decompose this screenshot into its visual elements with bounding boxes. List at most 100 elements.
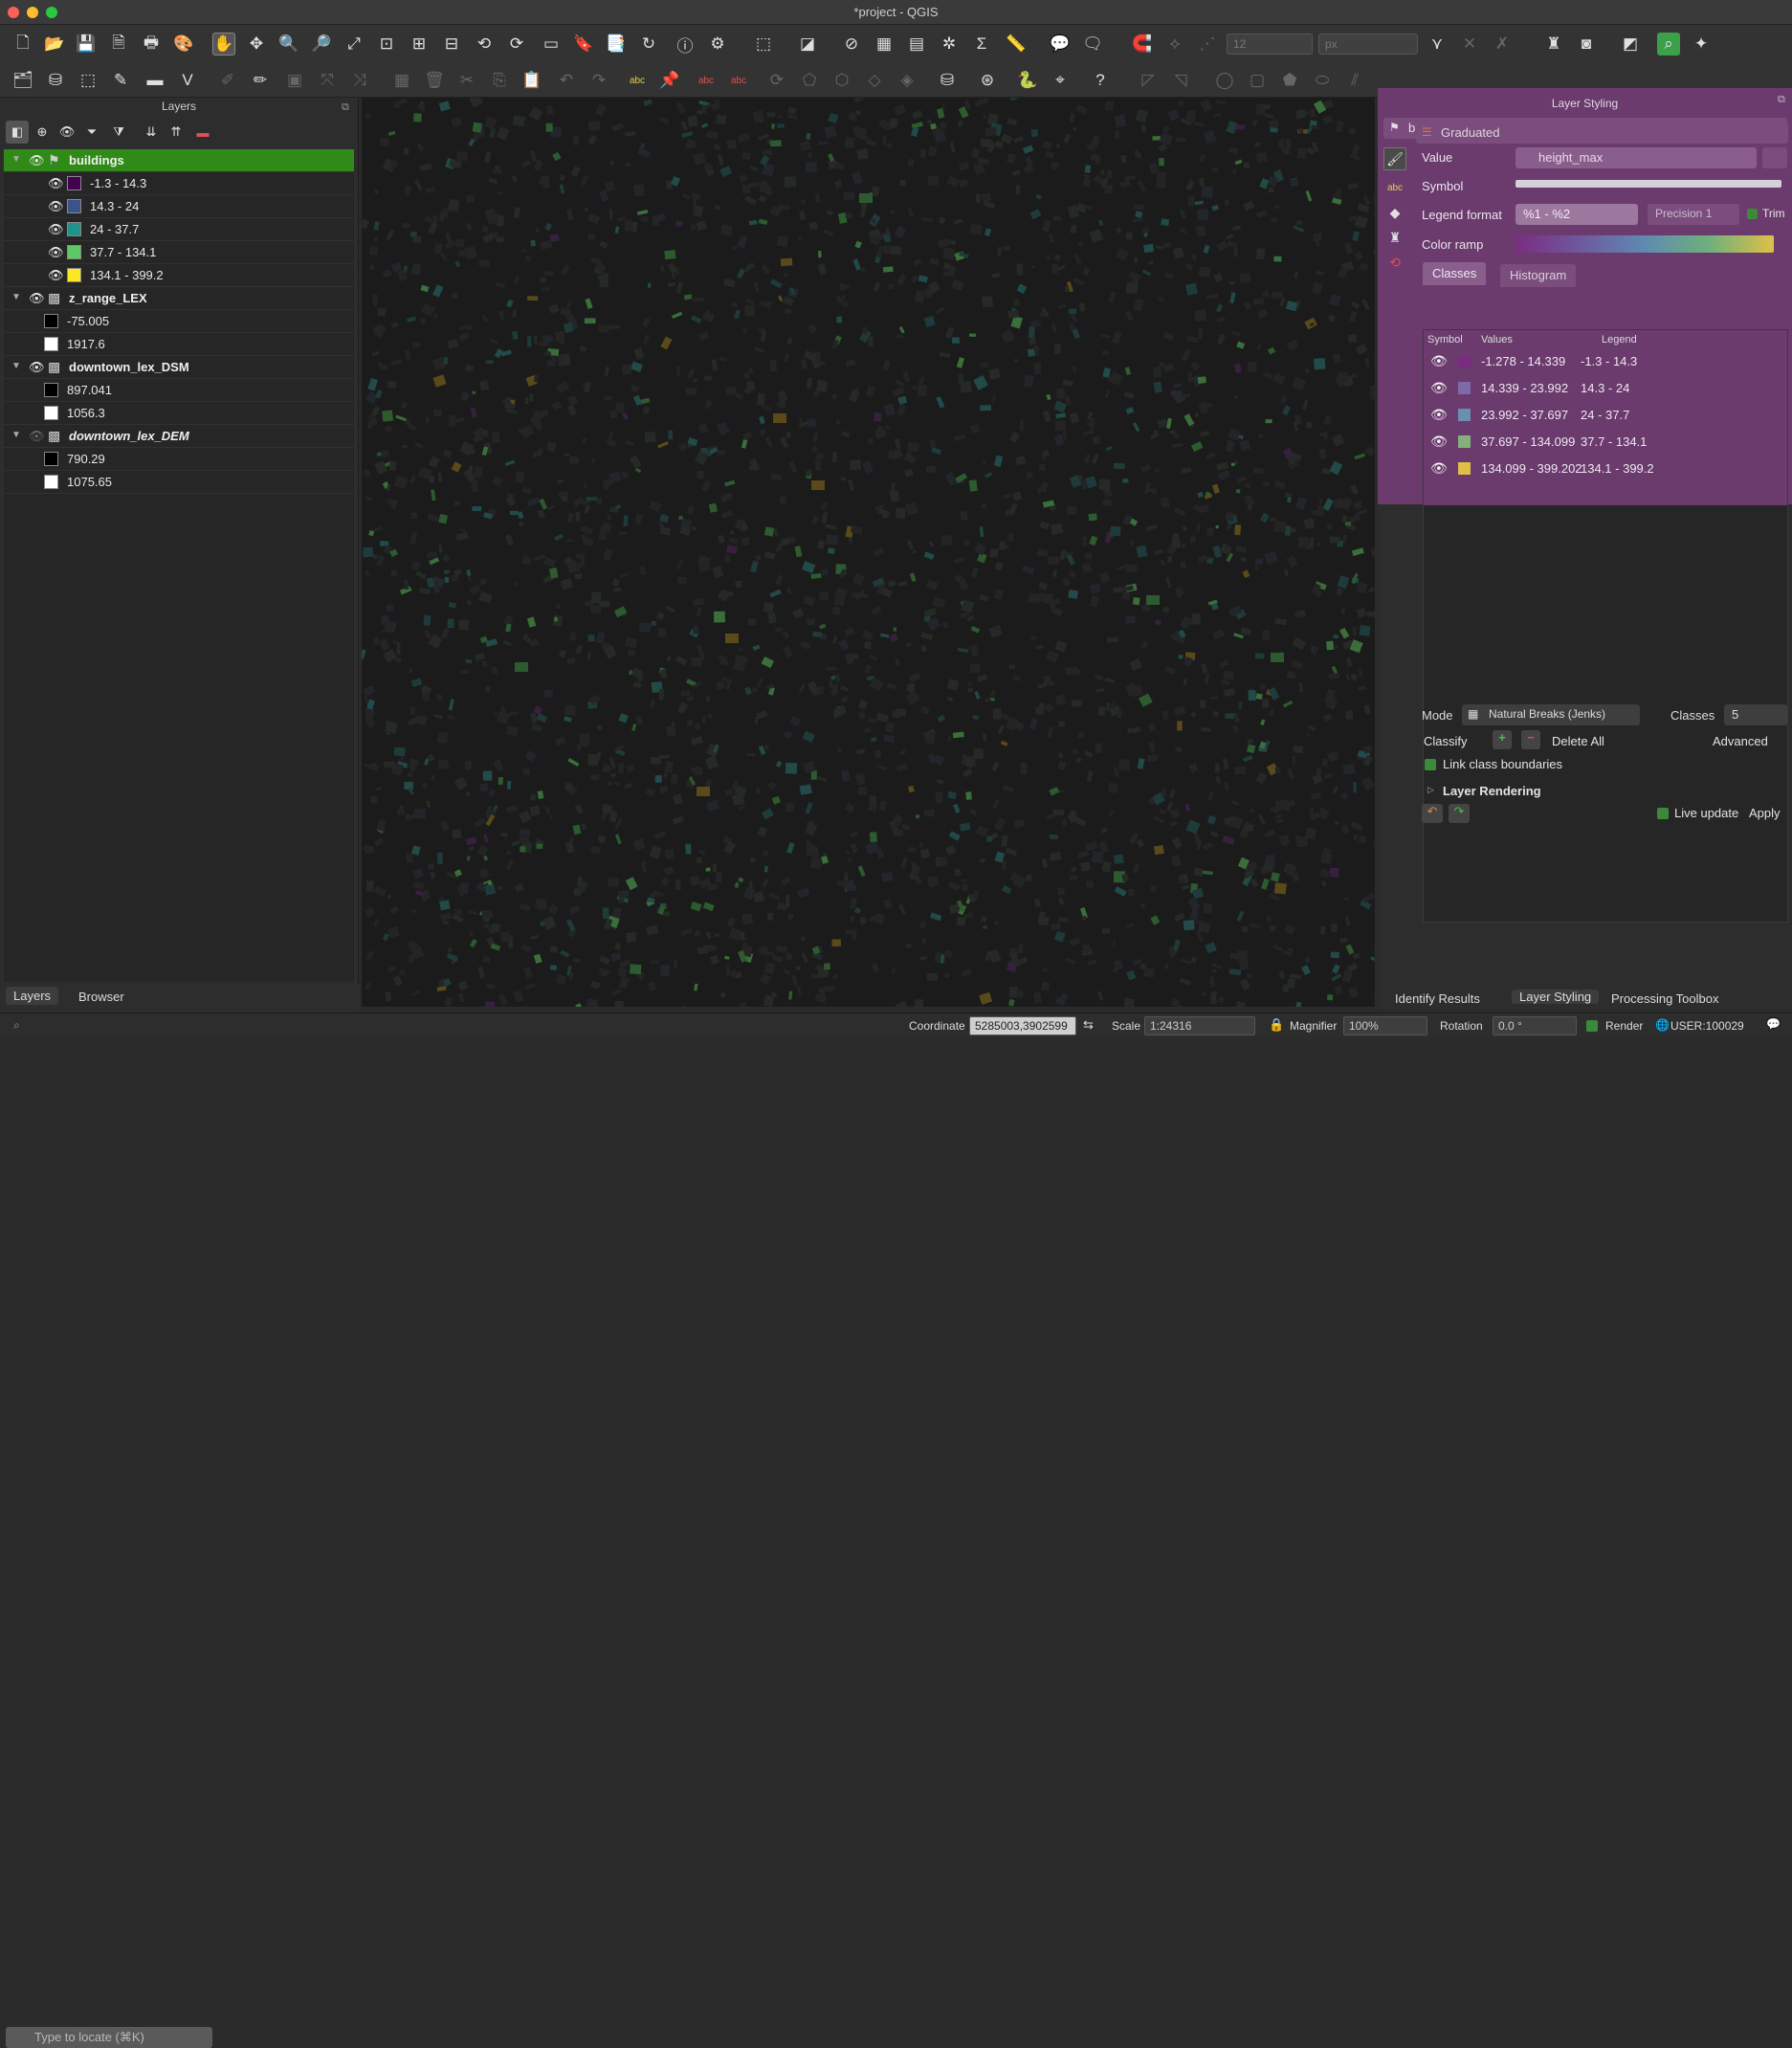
tab-layer-styling[interactable]: Layer Styling (1512, 990, 1599, 1004)
locator-input[interactable]: Type to locate (⌘K) (6, 2027, 212, 2048)
shape-digitizing-icon[interactable]: ◹ (1169, 69, 1192, 92)
style-manager-icon[interactable]: 🎨 (172, 33, 195, 56)
class-legend[interactable]: 37.7 - 134.1 (1581, 434, 1647, 449)
labels-tab-icon[interactable]: abc (1383, 176, 1406, 199)
toggle-editing-icon[interactable]: ✐ (216, 69, 239, 92)
crs-globe-icon[interactable]: 🌐 (1655, 1018, 1670, 1032)
remove-class-icon[interactable]: − (1521, 730, 1540, 749)
class-symbol-swatch[interactable] (1458, 355, 1471, 367)
toggle-extents-icon[interactable]: ⇆ (1083, 1017, 1094, 1033)
tab-classes[interactable]: Classes (1423, 262, 1486, 285)
advanced-digitizing-icon[interactable]: ◸ (1137, 69, 1160, 92)
visibility-eye-icon[interactable]: 👁 (48, 245, 64, 260)
mode-select[interactable]: ▦ Natural Breaks (Jenks) (1462, 704, 1640, 725)
history-tab-icon[interactable]: ⟲ (1383, 251, 1406, 274)
open-project-icon[interactable]: 📂 (43, 33, 66, 56)
crs-button[interactable]: USER:100029 (1670, 1019, 1744, 1033)
pan-to-selection-icon[interactable]: ✥ (245, 33, 268, 56)
legend-item[interactable]: 897.041 (4, 379, 354, 402)
legend-item[interactable]: 👁134.1 - 399.2 (4, 264, 354, 287)
action-icon[interactable]: ⚙ (706, 33, 729, 56)
chevron-down-icon[interactable]: ▼ (11, 154, 21, 165)
column-values[interactable]: Values (1481, 334, 1513, 345)
symbology-tab-icon[interactable]: 🖌 (1383, 147, 1406, 170)
save-project-icon[interactable]: 💾 (75, 33, 98, 56)
style-layer-icon[interactable]: ◧ (6, 121, 29, 144)
new-project-icon[interactable]: 🗋 (11, 33, 34, 56)
cut-icon[interactable]: ✂ (455, 69, 478, 92)
layer-rendering-section[interactable]: Layer Rendering (1443, 784, 1541, 798)
label-tool-icon[interactable]: abc (626, 69, 649, 92)
new-shapefile-icon[interactable]: ⬚ (77, 69, 100, 92)
chevron-down-icon[interactable]: ▼ (11, 292, 21, 302)
3d-view-icon[interactable]: ◩ (1619, 33, 1642, 56)
new-bookmark-icon[interactable]: 🔖 (572, 33, 595, 56)
class-row[interactable]: 👁134.099 - 399.202134.1 - 399.2 (1424, 458, 1787, 480)
chevron-right-icon[interactable]: ▷ (1427, 785, 1434, 795)
zoom-last-icon[interactable]: ⟲ (473, 33, 496, 56)
tab-browser[interactable]: Browser (78, 990, 124, 1004)
delete-selected-icon[interactable]: 🗑 (423, 69, 446, 92)
measure-icon[interactable]: 📏 (1005, 33, 1028, 56)
class-symbol-swatch[interactable] (1458, 409, 1471, 421)
browser-plugin-icon[interactable]: ⊛ (976, 69, 999, 92)
delete-vertex-icon[interactable]: ✕ (1458, 33, 1481, 56)
layer-row-downtown_lex_DEM[interactable]: ▼👁▩downtown_lex_DEM (4, 425, 354, 448)
visibility-eye-icon[interactable]: 👁 (29, 153, 45, 168)
legend-item[interactable]: 1917.6 (4, 333, 354, 356)
select-by-expression-icon[interactable]: ◪ (796, 33, 819, 56)
legend-item[interactable]: 790.29 (4, 448, 354, 471)
highlight-labels-icon[interactable]: abc (695, 69, 718, 92)
map-canvas[interactable] (362, 98, 1375, 1007)
visibility-eye-icon[interactable]: 👁 (1430, 407, 1448, 423)
identify-icon[interactable]: ⓘ (674, 33, 697, 56)
show-hide-label-icon[interactable]: ◇ (863, 69, 886, 92)
undo-style-icon[interactable]: ↶ (1422, 804, 1443, 823)
visibility-eye-icon[interactable]: 👁 (48, 176, 64, 191)
modify-attributes-icon[interactable]: ▦ (390, 69, 413, 92)
class-values[interactable]: 14.339 - 23.992 (1481, 381, 1568, 395)
coordinate-field[interactable]: 5285003,3902599 (969, 1016, 1076, 1035)
copy-icon[interactable]: ⎘ (488, 69, 511, 92)
georeferencer-icon[interactable]: ⌖ (1049, 69, 1072, 92)
locate-search-icon[interactable]: ⌕ (1657, 33, 1680, 56)
class-legend[interactable]: -1.3 - 14.3 (1581, 354, 1637, 368)
undo-icon[interactable]: ↶ (555, 69, 578, 92)
vertex-tool-icon[interactable]: ⋎ (1426, 33, 1449, 56)
digitize-icon[interactable]: ✎ (109, 69, 132, 92)
zoom-next-icon[interactable]: ⟳ (505, 33, 528, 56)
column-symbol[interactable]: Symbol (1427, 334, 1463, 345)
topology-icon[interactable]: ⋰ (1196, 33, 1219, 56)
manage-visibility-icon[interactable]: 👁 (55, 121, 78, 144)
class-row[interactable]: 👁14.339 - 23.99214.3 - 24 (1424, 378, 1787, 400)
data-source-manager-icon[interactable]: 🗂 (11, 69, 34, 92)
apply-button[interactable]: Apply (1749, 806, 1781, 820)
legend-item[interactable]: 👁37.7 - 134.1 (4, 241, 354, 264)
save-edits-icon[interactable]: ▣ (283, 69, 306, 92)
chevron-down-icon[interactable]: ▼ (11, 430, 21, 440)
tab-identify-results[interactable]: Identify Results (1395, 991, 1480, 1006)
zoom-native-icon[interactable]: ⊟ (440, 33, 463, 56)
legend-item[interactable]: 👁14.3 - 24 (4, 195, 354, 218)
save-as-icon[interactable]: 🗎 (107, 33, 130, 56)
value-field-select[interactable]: height_max (1515, 147, 1757, 168)
select-features-icon[interactable]: ⬚ (752, 33, 775, 56)
pencil-icon[interactable]: ✏ (249, 69, 272, 92)
database-icon[interactable]: ⛁ (936, 69, 959, 92)
capture-icon[interactable]: ◙ (1575, 33, 1598, 56)
zoom-out-icon[interactable]: 🔎 (310, 33, 333, 56)
move-label-icon[interactable]: ⬡ (830, 69, 853, 92)
rotate-label-icon[interactable]: ⟳ (765, 69, 788, 92)
redo-icon[interactable]: ↷ (587, 69, 610, 92)
layer-row-buildings[interactable]: ▼👁⚑buildings (4, 149, 354, 172)
plugin-tool-icon[interactable]: ✦ (1690, 33, 1713, 56)
filter-expression-icon[interactable]: ⧩ (107, 121, 130, 144)
zoom-in-icon[interactable]: 🔍 (277, 33, 300, 56)
collapse-all-icon[interactable]: ⇈ (165, 121, 188, 144)
visibility-eye-icon[interactable]: 👁 (48, 268, 64, 283)
vector-edit-icon[interactable]: V (176, 69, 199, 92)
rectangle-digitizing-icon[interactable]: ▢ (1246, 69, 1269, 92)
plugin-icon[interactable]: ♜ (1542, 33, 1565, 56)
visibility-eye-icon[interactable]: 👁 (1430, 380, 1448, 396)
legend-item[interactable]: 1056.3 (4, 402, 354, 425)
